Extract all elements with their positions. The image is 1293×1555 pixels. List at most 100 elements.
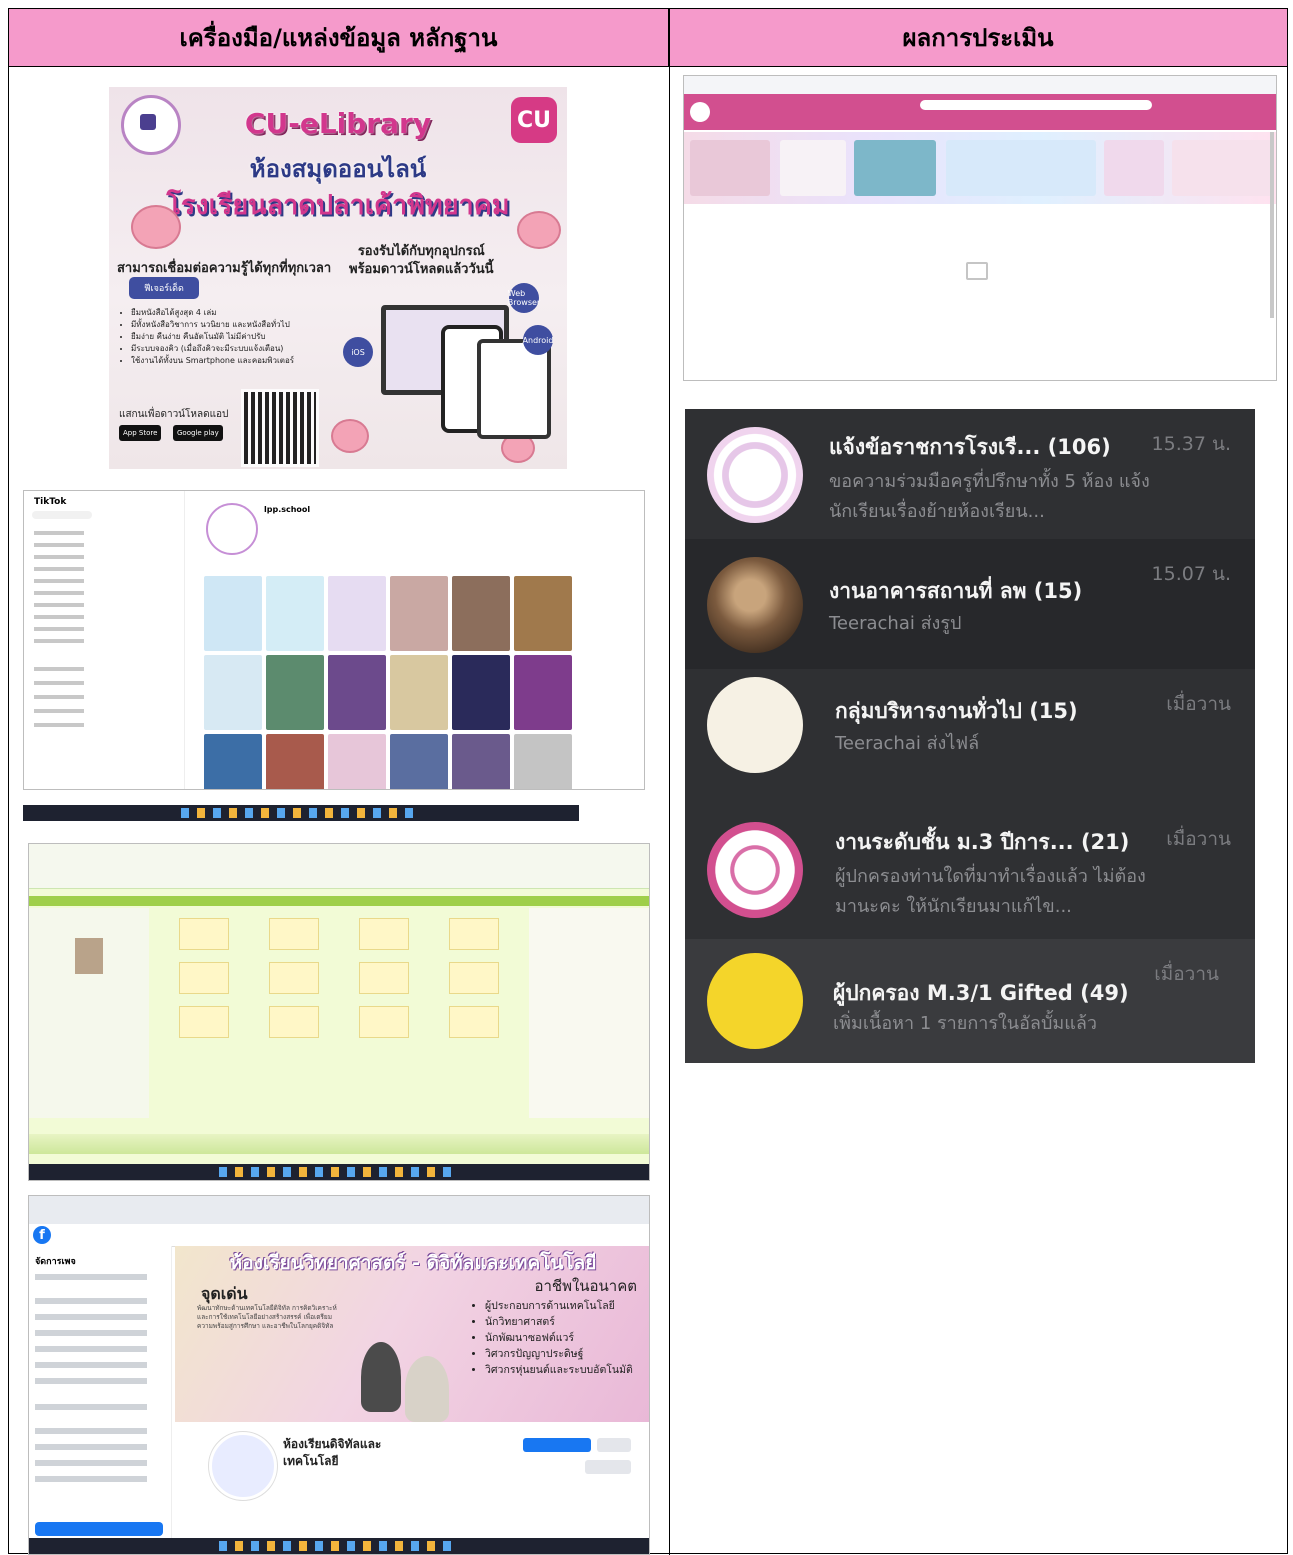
sidebar-item bbox=[34, 723, 84, 727]
chat-title: งานอาคารสถานที่ ลพ (15) bbox=[829, 579, 1083, 603]
video-thumb bbox=[390, 576, 448, 651]
header-evidence: เครื่องมือ/แหล่งข้อมูล หลักฐาน bbox=[9, 9, 669, 67]
menu-tile bbox=[269, 962, 319, 994]
career-item: วิศวกรปัญญาประดิษฐ์ bbox=[485, 1346, 633, 1362]
sidebar-item bbox=[35, 1428, 147, 1434]
video-thumb bbox=[204, 655, 262, 730]
chat-last-message: ผู้ปกครองท่านใดที่มาทำเรื่องแล้ว ไม่ต้อง… bbox=[835, 866, 1146, 917]
portal-footer bbox=[29, 1134, 649, 1154]
cu-elibrary-poster: CU CU-eLibrary ห้องสมุดออนไลน์ โรงเรียนล… bbox=[109, 87, 567, 469]
career-item: นักพัฒนาซอฟต์แวร์ bbox=[485, 1330, 633, 1346]
chat-item[interactable]: กลุ่มบริหารงานทั่วไป (15) เมื่อวาน Teera… bbox=[685, 669, 1255, 799]
page-action-button bbox=[523, 1438, 591, 1452]
video-thumb bbox=[204, 734, 262, 789]
career-item: วิศวกรหุ่นยนต์และระบบอัตโนมัติ bbox=[485, 1362, 633, 1378]
page-edit-button bbox=[597, 1438, 631, 1452]
evidence-table: เครื่องมือ/แหล่งข้อมูล หลักฐาน ผลการประเ… bbox=[8, 8, 1288, 1555]
video-thumb bbox=[514, 576, 572, 651]
app-store-badge: App Store bbox=[119, 425, 162, 441]
chat-avatar bbox=[707, 822, 803, 918]
sidebar-item bbox=[35, 1460, 147, 1466]
scan-label: แสกนเพื่อดาวน์โหลดแอป bbox=[119, 409, 229, 420]
chat-title: งานระดับชั้น ม.3 ปีการ... (21) bbox=[835, 830, 1130, 854]
menu-tile bbox=[449, 1006, 499, 1038]
tagline-right-1: รองรับได้กับทุกอุปกรณ์ bbox=[357, 244, 485, 259]
brain-mascot-icon bbox=[331, 419, 369, 453]
windows-taskbar bbox=[23, 805, 579, 821]
cover-highlight-text: พัฒนาทักษะด้านเทคโนโลยีดิจิทัล การคิดวิเ… bbox=[197, 1304, 337, 1330]
qr-code-icon bbox=[241, 389, 319, 467]
sidebar-item bbox=[35, 1346, 147, 1352]
menu-tile bbox=[179, 962, 229, 994]
windows-taskbar bbox=[29, 1164, 649, 1180]
taskbar-icons bbox=[23, 805, 579, 821]
facebook-sidebar: จัดการเพจ bbox=[29, 1246, 172, 1542]
sidebar-item bbox=[35, 1476, 147, 1482]
elibrary-web-screenshot bbox=[683, 75, 1277, 381]
feature-list: ยืมหนังสือได้สูงสุด 4 เล่ม มีทั้งหนังสือ… bbox=[117, 307, 294, 367]
chat-last-message: ขอความร่วมมือครูที่ปรึกษาทั้ง 5 ห้อง แจ้… bbox=[829, 471, 1150, 522]
tiktok-search bbox=[32, 511, 92, 519]
video-thumb bbox=[514, 655, 572, 730]
page-name-line-2: เทคโนโลยี bbox=[283, 1454, 339, 1468]
facebook-page-info: ห้องเรียนดิจิทัลและ เทคโนโลยี bbox=[175, 1422, 649, 1508]
feature-item: ยืมหนังสือได้สูงสุด 4 เล่ม bbox=[131, 307, 294, 319]
menu-tile bbox=[359, 962, 409, 994]
menu-tile bbox=[359, 918, 409, 950]
sidebar-item bbox=[34, 695, 84, 699]
features-button: ฟีเจอร์เด็ด bbox=[129, 277, 199, 299]
promote-button bbox=[35, 1522, 163, 1536]
brain-mascot-icon bbox=[131, 205, 181, 249]
chat-item[interactable]: แจ้งข้อราชการโรงเรี... (106) 15.37 น. ขอ… bbox=[685, 409, 1255, 539]
video-thumb bbox=[266, 576, 324, 651]
column-divider bbox=[669, 9, 670, 1555]
feature-item: มีระบบจองคิว (เมื่อถึงคิวจะมีระบบแจ้งเตื… bbox=[131, 343, 294, 355]
windows-taskbar bbox=[29, 1538, 649, 1554]
chat-time: 15.07 น. bbox=[1151, 563, 1231, 585]
menu-tile bbox=[269, 918, 319, 950]
chat-time: เมื่อวาน bbox=[1166, 693, 1231, 715]
tiktok-profile-screenshot: TikTok lpp.school bbox=[23, 490, 645, 790]
video-thumb bbox=[514, 734, 572, 789]
facebook-logo-icon: f bbox=[33, 1226, 51, 1244]
menu-tile bbox=[179, 1006, 229, 1038]
video-thumb bbox=[266, 655, 324, 730]
chat-avatar bbox=[707, 557, 803, 653]
feature-item: มีทั้งหนังสือวิชาการ นวนิยาย และหนังสือท… bbox=[131, 319, 294, 331]
chat-last-message: Teerachai ส่งไฟล์ bbox=[835, 733, 980, 754]
scrollbar[interactable] bbox=[1270, 132, 1274, 318]
portal-right-column bbox=[529, 908, 649, 1118]
video-thumb bbox=[452, 576, 510, 651]
sidebar-item bbox=[35, 1444, 147, 1450]
portal-header bbox=[29, 844, 649, 889]
video-thumb bbox=[452, 655, 510, 730]
facebook-top-nav bbox=[29, 1224, 649, 1247]
browser-chrome bbox=[684, 76, 1276, 95]
android-badge: Android bbox=[523, 325, 553, 355]
video-thumb bbox=[328, 655, 386, 730]
line-chat-list: แจ้งข้อราชการโรงเรี... (106) 15.37 น. ขอ… bbox=[685, 409, 1255, 1063]
chat-avatar bbox=[707, 427, 803, 523]
sidebar-item bbox=[34, 567, 84, 571]
header-result: ผลการประเมิน bbox=[669, 9, 1287, 67]
sidebar-item bbox=[34, 681, 84, 685]
teacher-photo bbox=[75, 938, 103, 974]
tiktok-sidebar: TikTok bbox=[24, 491, 185, 789]
facebook-page-screenshot: f จัดการเพจ ห้องเรียนวิทยาศาสตร์ - ดิจิท… bbox=[28, 1195, 650, 1555]
chat-title: กลุ่มบริหารงานทั่วไป (15) bbox=[835, 699, 1078, 723]
menu-tile bbox=[449, 962, 499, 994]
chat-item[interactable]: งานระดับชั้น ม.3 ปีการ... (21) เมื่อวาน … bbox=[685, 804, 1255, 934]
chat-item[interactable]: งานอาคารสถานที่ ลพ (15) 15.07 น. Teerach… bbox=[685, 539, 1255, 669]
cover-career-title: อาชีพในอนาคต bbox=[534, 1277, 637, 1295]
elibrary-banner bbox=[684, 132, 1276, 204]
school-portal-screenshot bbox=[28, 843, 650, 1181]
portal-content bbox=[29, 908, 649, 1118]
sidebar-item bbox=[35, 1314, 147, 1320]
web-browser-badge: Web Browser bbox=[508, 283, 540, 313]
chat-last-message: Teerachai ส่งรูป bbox=[829, 613, 962, 634]
sidebar-item bbox=[35, 1298, 147, 1304]
elibrary-logo-icon bbox=[690, 102, 710, 122]
menu-tile bbox=[359, 1006, 409, 1038]
chat-item[interactable]: ผู้ปกครอง M.3/1 Gifted (49) เมื่อวาน เพิ… bbox=[685, 939, 1255, 1063]
chat-time: เมื่อวาน bbox=[1166, 828, 1231, 850]
